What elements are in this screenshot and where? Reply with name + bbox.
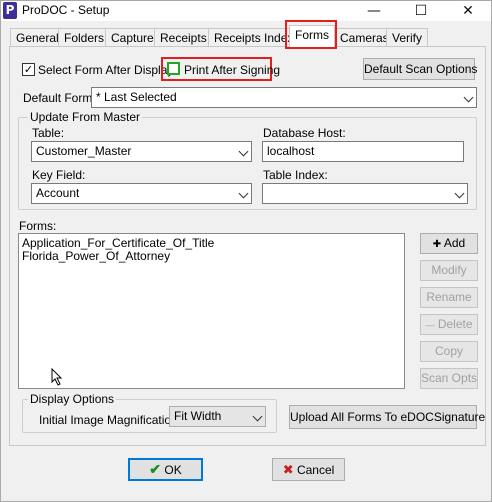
table-label: Table: [32, 126, 65, 140]
forms-label: Forms: [19, 219, 57, 233]
tab-general[interactable]: General [10, 28, 65, 47]
mouse-cursor-icon [51, 368, 63, 386]
tab-receipts[interactable]: Receipts [154, 28, 213, 47]
close-button[interactable]: ✕ [445, 1, 491, 21]
app-icon: P [3, 2, 17, 19]
close-icon: ✕ [462, 3, 474, 19]
minimize-icon: — [367, 3, 381, 19]
delete-button-label: Delete [437, 317, 473, 331]
scan-opts-button[interactable]: Scan Opts [420, 368, 478, 389]
select-form-label: Select Form After Display [38, 63, 174, 77]
tab-forms[interactable]: Forms [289, 25, 335, 47]
magnification-value: Fit Width [174, 409, 222, 423]
display-options-title: Display Options [28, 392, 117, 406]
checkmark-icon: ✓ [23, 63, 34, 76]
default-form-select[interactable]: * Last Selected [91, 87, 477, 108]
update-from-master-title: Update From Master [28, 110, 143, 124]
tab-folders[interactable]: Folders [58, 28, 111, 47]
key-field-value: Account [36, 186, 80, 200]
tab-capture[interactable]: Capture [105, 28, 160, 47]
database-host-label: Database Host: [263, 126, 346, 140]
cancel-button[interactable]: ✖ Cancel [272, 458, 345, 481]
chevron-down-icon [463, 92, 474, 103]
copy-button[interactable]: Copy [420, 341, 478, 362]
cancel-button-label: Cancel [296, 463, 335, 477]
cross-icon: ✖ [282, 462, 294, 477]
print-after-signing-label: Print After Signing [184, 63, 281, 77]
minus-icon: — [425, 320, 435, 330]
default-form-label: Default Form: [23, 91, 96, 105]
print-after-signing-checkbox[interactable] [167, 62, 180, 75]
tab-receipts-index[interactable]: Receipts Index [208, 28, 300, 47]
maximize-button[interactable]: ☐ [398, 1, 444, 21]
upload-all-forms-button[interactable]: Upload All Forms To eDOCSignature [289, 405, 485, 429]
delete-button[interactable]: — Delete [420, 314, 478, 335]
checkmark-icon: ✔ [149, 461, 162, 477]
forms-list[interactable]: Application_For_Certificate_Of_Title Flo… [18, 233, 405, 389]
chevron-down-icon [454, 188, 465, 199]
table-value: Customer_Master [36, 144, 132, 158]
setup-window: P ProDOC - Setup — ☐ ✕ General Folders C… [0, 0, 492, 502]
plus-icon: ✚ [432, 239, 442, 250]
tab-verify[interactable]: Verify [386, 28, 429, 47]
default-scan-options-button[interactable]: Default Scan Options [363, 58, 477, 80]
rename-button[interactable]: Rename [420, 287, 478, 308]
ok-button[interactable]: ✔ OK [128, 458, 203, 481]
magnification-select[interactable]: Fit Width [169, 406, 266, 427]
maximize-icon: ☐ [414, 3, 428, 19]
default-form-value: * Last Selected [96, 90, 177, 104]
minimize-button[interactable]: — [351, 1, 397, 21]
table-select[interactable]: Customer_Master [31, 141, 252, 162]
window-title: ProDOC - Setup [22, 3, 110, 17]
chevron-down-icon [252, 411, 263, 422]
key-field-select[interactable]: Account [31, 183, 252, 204]
select-form-checkbox[interactable]: ✓ [22, 63, 35, 76]
chevron-down-icon [238, 188, 249, 199]
title-bar: P ProDOC - Setup — ☐ ✕ [1, 1, 491, 21]
chevron-down-icon [238, 146, 249, 157]
key-field-label: Key Field: [32, 168, 86, 182]
add-button-label: Add [443, 236, 466, 250]
ok-button-label: OK [164, 463, 182, 477]
list-item[interactable]: Florida_Power_Of_Attorney [19, 250, 404, 263]
database-host-input[interactable]: localhost [262, 141, 464, 162]
add-button[interactable]: ✚ Add [420, 233, 478, 254]
modify-button[interactable]: Modify [420, 260, 478, 281]
table-index-label: Table Index: [263, 168, 328, 182]
magnification-label: Initial Image Magnification: [39, 413, 182, 427]
table-index-select[interactable] [262, 183, 468, 204]
